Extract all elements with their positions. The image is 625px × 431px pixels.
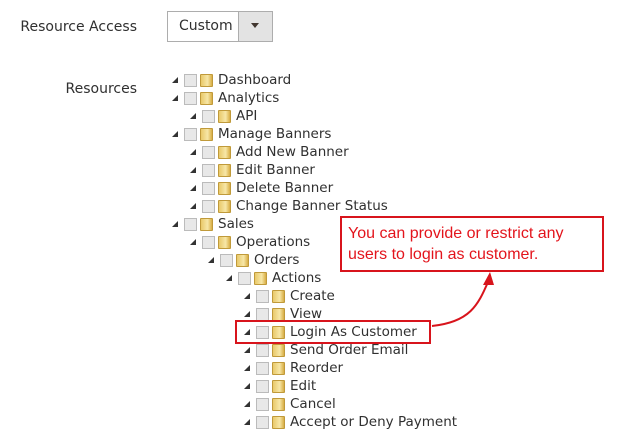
callout-arrow [431,272,494,327]
